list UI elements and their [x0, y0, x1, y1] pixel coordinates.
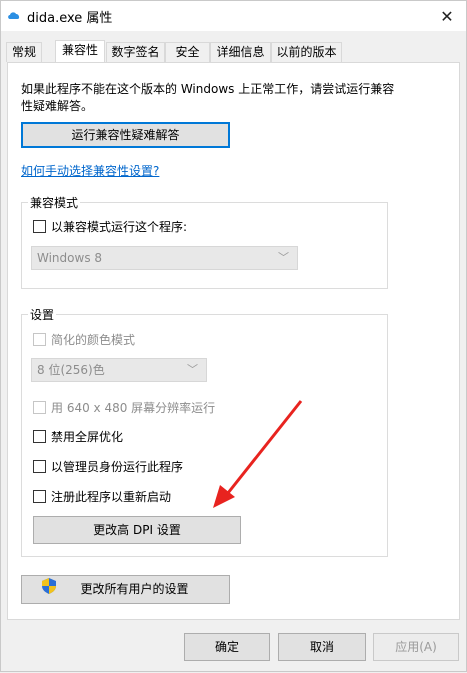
annotation-arrow: [213, 400, 303, 508]
properties-window: dida.exe 属性 ✕ 常规 兼容性 数字签名 安全 详细信息 以前的版本 …: [0, 0, 467, 672]
tab-compatibility[interactable]: 兼容性: [55, 40, 105, 62]
